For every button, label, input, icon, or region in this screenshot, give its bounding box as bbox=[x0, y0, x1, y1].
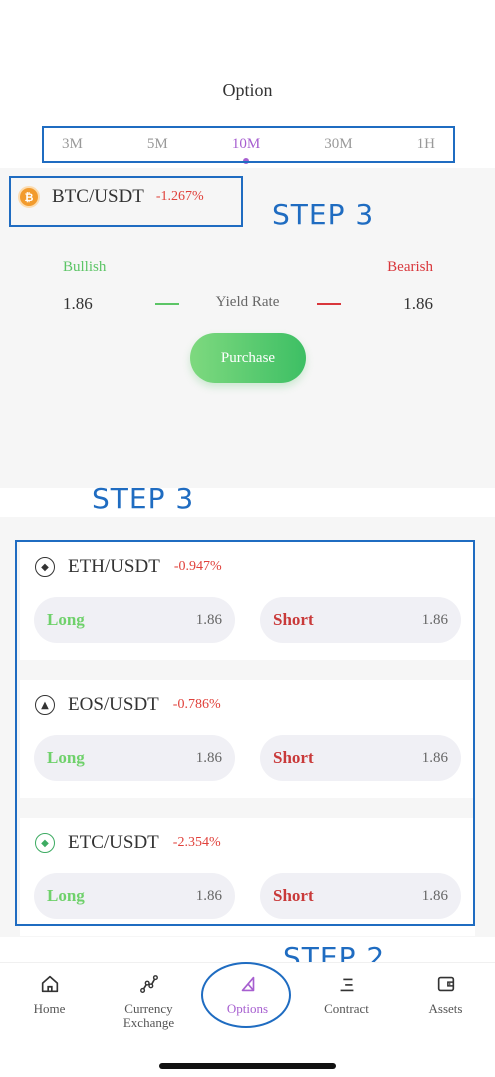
yield-rate-label: Yield Rate bbox=[215, 294, 280, 310]
annotation-box-list bbox=[15, 540, 475, 926]
purchase-button[interactable]: Purchase bbox=[190, 333, 306, 383]
nav-label: Assets bbox=[428, 1001, 463, 1016]
contract-icon bbox=[340, 978, 353, 992]
home-icon bbox=[41, 975, 58, 993]
annotation-box-pair bbox=[9, 176, 243, 227]
nav-assets[interactable]: Assets bbox=[396, 963, 495, 1032]
home-indicator bbox=[159, 1063, 336, 1069]
annotation-step-top: STEP 3 bbox=[272, 198, 375, 231]
exchange-icon bbox=[139, 975, 158, 993]
annotation-circle-options bbox=[201, 962, 291, 1028]
nav-label: Home bbox=[33, 1001, 66, 1016]
annotation-box-tabs bbox=[42, 126, 455, 163]
wallet-icon bbox=[437, 976, 454, 992]
page-title: Option bbox=[222, 80, 273, 100]
nav-contract[interactable]: Contract bbox=[297, 963, 396, 1032]
bearish-label: Bearish bbox=[387, 259, 433, 275]
nav-home[interactable]: Home bbox=[0, 963, 99, 1032]
annotation-step-mid: STEP 3 bbox=[92, 482, 195, 515]
nav-label: Contract bbox=[324, 1001, 369, 1016]
nav-currency-exchange[interactable]: Currency Exchange bbox=[99, 963, 198, 1032]
bullish-label: Bullish bbox=[63, 259, 107, 275]
nav-label: Currency Exchange bbox=[122, 1001, 175, 1030]
